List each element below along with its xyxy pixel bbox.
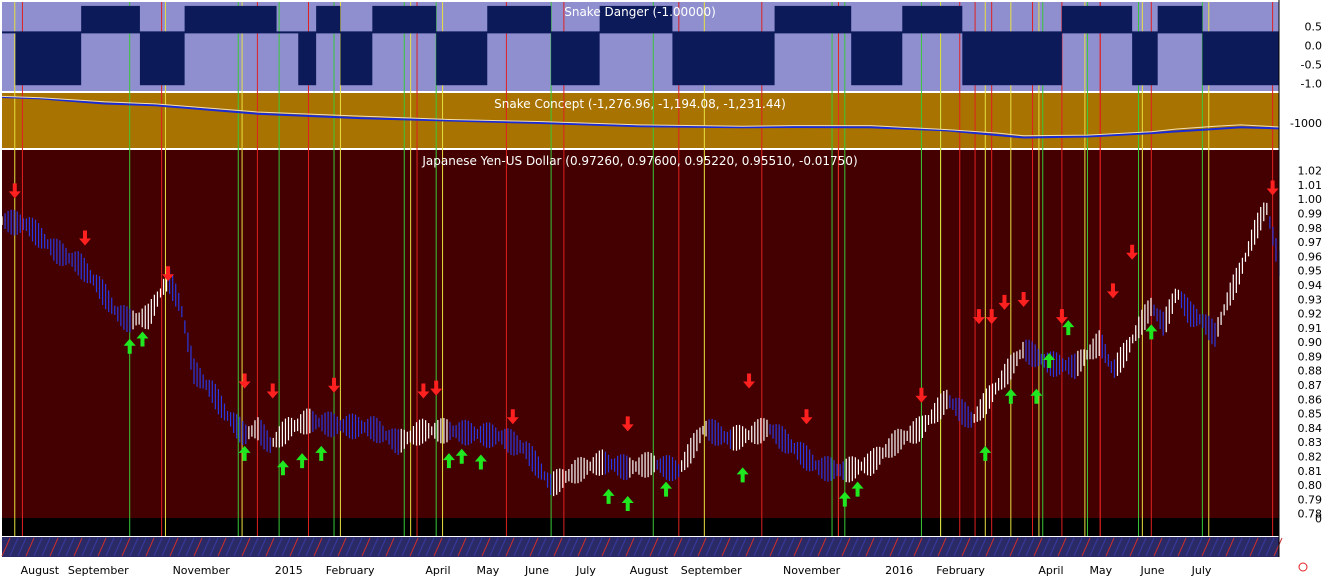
price-tick-2: 1.00 <box>1298 193 1323 206</box>
danger-tick-0: 0.5 <box>1305 21 1323 34</box>
price-tick-1: 1.01 <box>1298 179 1323 192</box>
x-label-17: July <box>1191 564 1212 577</box>
danger-block-4 <box>184 5 277 33</box>
x-label-4: February <box>326 564 375 577</box>
x-label-3: 2015 <box>275 564 303 577</box>
x-label-6: May <box>476 564 499 577</box>
price-tick-17: 0.85 <box>1298 408 1323 421</box>
concept-title: Snake Concept (-1,276.96, -1,194.08, -1,… <box>494 97 786 111</box>
x-label-11: November <box>783 564 841 577</box>
price-tick-4: 0.98 <box>1298 222 1323 235</box>
x-label-13: February <box>936 564 985 577</box>
x-label-0: August <box>21 564 60 577</box>
price-tick-9: 0.93 <box>1298 293 1323 306</box>
danger-block-8 <box>340 32 373 86</box>
danger-block-19 <box>1061 5 1133 33</box>
danger-block-16 <box>851 32 903 86</box>
price-tick-0: 1.02 <box>1298 165 1323 178</box>
price-tick-6: 0.96 <box>1298 250 1323 263</box>
price-tick-23: 0.79 <box>1298 493 1323 506</box>
danger-tick-3: -1.0 <box>1301 77 1322 90</box>
danger-block-10 <box>436 32 488 86</box>
price-tick-18: 0.84 <box>1298 422 1323 435</box>
price-tick-22: 0.80 <box>1298 479 1323 492</box>
price-tick-10: 0.92 <box>1298 308 1323 321</box>
danger-title: Snake Danger (-1.00000) <box>564 5 716 19</box>
x-label-12: 2016 <box>885 564 913 577</box>
price-tick-5: 0.97 <box>1298 236 1323 249</box>
price-tick-21: 0.81 <box>1298 465 1323 478</box>
danger-block-15 <box>774 5 852 33</box>
x-label-15: May <box>1089 564 1112 577</box>
concept-tick-0: -1000 <box>1290 117 1322 130</box>
danger-block-11 <box>487 5 552 33</box>
danger-block-3 <box>139 32 185 86</box>
x-axis-labels: August September November 2015 February April… <box>21 564 1212 577</box>
price-tick-8: 0.94 <box>1298 279 1323 292</box>
price-tick-16: 0.86 <box>1298 393 1323 406</box>
x-label-2: November <box>173 564 231 577</box>
danger-tick-1: 0.0 <box>1305 40 1323 53</box>
price-tick-13: 0.89 <box>1298 350 1323 363</box>
price-tick-7: 0.95 <box>1298 265 1323 278</box>
danger-block-14 <box>672 32 775 86</box>
price-tick-3: 0.99 <box>1298 207 1323 220</box>
x-label-7: June <box>524 564 549 577</box>
danger-block-9 <box>372 5 437 33</box>
danger-block-12 <box>551 32 600 86</box>
danger-block-22 <box>1202 32 1279 86</box>
danger-block-7 <box>316 5 341 33</box>
price-tick-11: 0.91 <box>1298 322 1323 335</box>
danger-block-20 <box>1132 32 1158 86</box>
x-label-16: June <box>1140 564 1165 577</box>
danger-block-17 <box>902 5 963 33</box>
danger-block-18 <box>962 32 1062 86</box>
price-tick-15: 0.87 <box>1298 379 1323 392</box>
price-tick-12: 0.90 <box>1298 336 1323 349</box>
danger-block-21 <box>1157 5 1203 33</box>
danger-block-1 <box>15 32 82 86</box>
danger-tick-2: -0.5 <box>1301 58 1322 71</box>
x-label-1: September <box>68 564 129 577</box>
danger-block-2 <box>81 5 140 33</box>
price-tick-14: 0.88 <box>1298 365 1323 378</box>
price-tick-25: 0 <box>1315 513 1322 526</box>
x-label-5: April <box>425 564 450 577</box>
price-tick-19: 0.83 <box>1298 436 1323 449</box>
x-label-14: April <box>1038 564 1063 577</box>
x-label-9: August <box>630 564 669 577</box>
price-tick-20: 0.82 <box>1298 451 1323 464</box>
price-title: Japanese Yen-US Dollar (0.97260, 0.97600… <box>421 154 857 168</box>
chart: Snake Danger (-1.00000) Snake Concept (-… <box>1 0 1329 577</box>
x-label-10: September <box>681 564 742 577</box>
danger-block-6 <box>298 32 317 86</box>
x-label-8: July <box>575 564 596 577</box>
